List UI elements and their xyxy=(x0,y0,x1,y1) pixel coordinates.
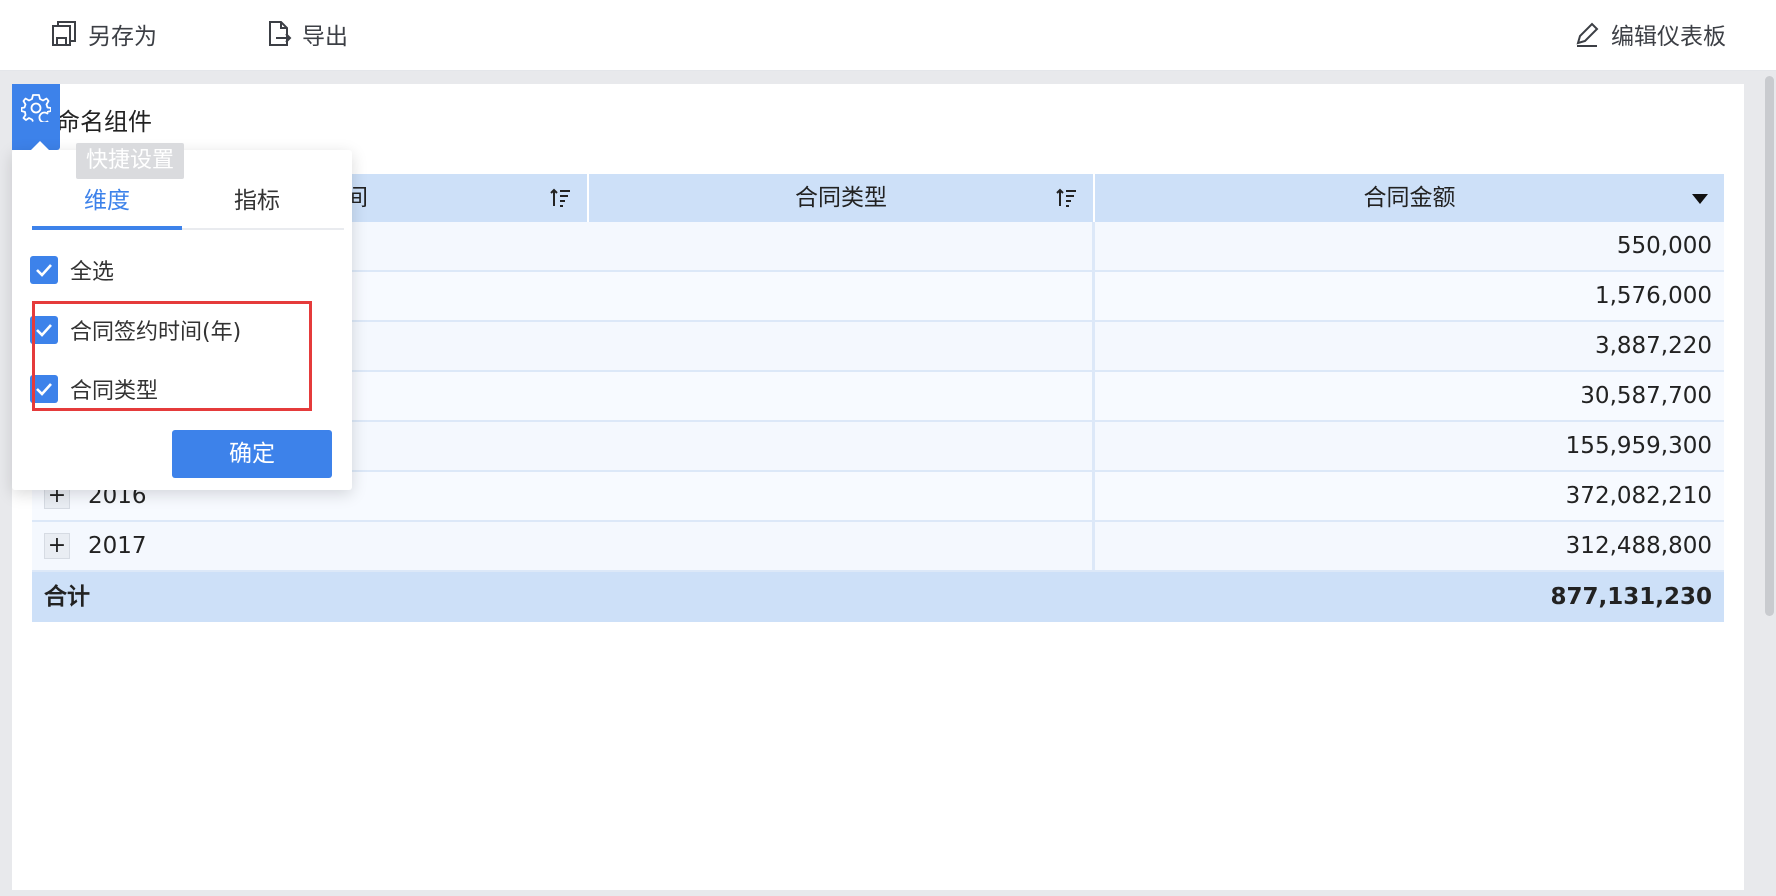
quick-settings-tooltip: 快捷设置 xyxy=(76,143,185,179)
row-amount-cell: 372,082,210 xyxy=(1565,483,1712,509)
edit-dashboard-label: 编辑仪表板 xyxy=(1611,24,1726,50)
row-year-label: 2017 xyxy=(88,533,147,559)
widget-title: 命名组件 xyxy=(56,108,152,136)
checkbox-checked-icon[interactable] xyxy=(30,256,58,284)
top-toolbar: 另存为 导出 编辑仪表板 xyxy=(0,0,1776,71)
sort-icon[interactable] xyxy=(1055,186,1079,210)
highlight-box xyxy=(32,301,312,411)
header-contract-amount[interactable]: 合同金额 xyxy=(1095,174,1724,222)
select-all-option[interactable]: 全选 xyxy=(30,255,114,285)
row-amount-cell: 30,587,700 xyxy=(1580,383,1712,409)
total-amount: 877,131,230 xyxy=(1550,584,1712,610)
expand-plus-icon[interactable]: + xyxy=(44,533,70,559)
export-button[interactable]: 导出 xyxy=(264,16,348,52)
export-label: 导出 xyxy=(302,24,348,50)
save-as-button[interactable]: 另存为 xyxy=(50,16,157,52)
confirm-button[interactable]: 确定 xyxy=(172,430,332,478)
tab-metric[interactable]: 指标 xyxy=(182,178,332,228)
dropdown-arrow-icon[interactable] xyxy=(1692,194,1708,204)
total-row: 合计 877,131,230 xyxy=(32,572,1724,622)
popup-caret xyxy=(30,141,50,151)
popup-tabs: 维度 指标 xyxy=(32,178,344,230)
vertical-scrollbar[interactable] xyxy=(1765,76,1774,616)
header-contract-amount-label: 合同金额 xyxy=(1363,185,1456,211)
save-as-icon xyxy=(52,21,76,46)
total-label: 合计 xyxy=(44,584,90,610)
export-icon xyxy=(269,21,292,46)
row-dimension-cell: + 2017 xyxy=(32,522,1095,570)
tab-dimension[interactable]: 维度 xyxy=(32,178,182,230)
row-amount-cell: 312,488,800 xyxy=(1565,533,1712,559)
row-amount-cell: 155,959,300 xyxy=(1565,433,1712,459)
pencil-icon xyxy=(1576,22,1599,47)
edit-dashboard-button[interactable]: 编辑仪表板 xyxy=(1573,16,1726,52)
header-contract-type-label: 合同类型 xyxy=(795,185,887,211)
sort-icon[interactable] xyxy=(549,186,573,210)
header-contract-type[interactable]: 合同类型 xyxy=(589,174,1095,222)
row-amount-cell: 550,000 xyxy=(1616,233,1712,259)
select-all-label: 全选 xyxy=(70,260,115,285)
save-as-label: 另存为 xyxy=(88,24,157,50)
row-amount-cell: 3,887,220 xyxy=(1594,333,1712,359)
gear-icon xyxy=(21,94,51,122)
row-amount-cell: 1,576,000 xyxy=(1594,283,1712,309)
table-row: + 2017 312,488,800 xyxy=(32,522,1724,572)
